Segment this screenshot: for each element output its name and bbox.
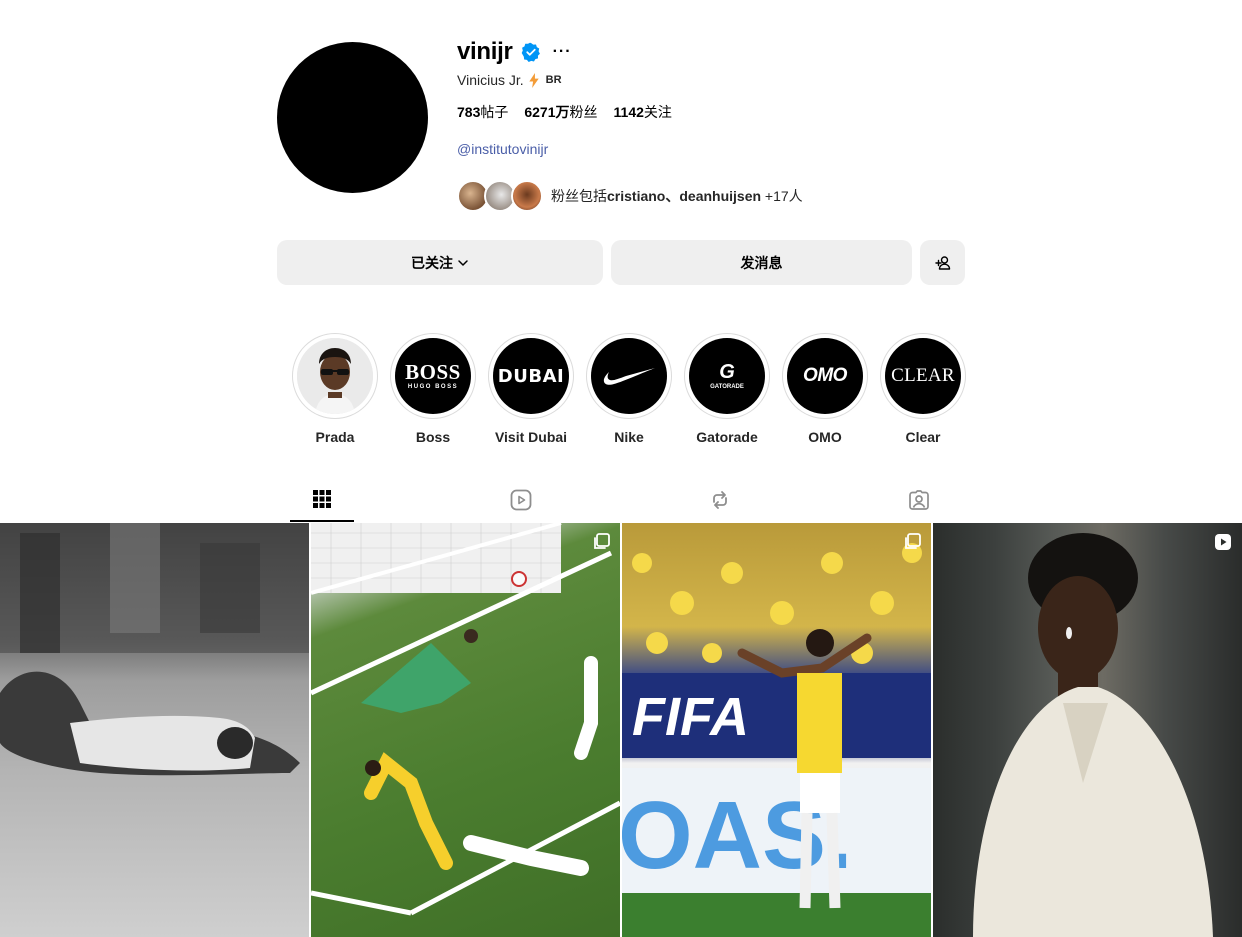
- posts-grid: FIFA OAS.: [0, 523, 1242, 937]
- following-label: 关注: [643, 104, 672, 120]
- boss-logo-subtext: HUGO BOSS: [407, 384, 459, 390]
- highlight-nike[interactable]: Nike: [584, 333, 674, 445]
- following-stat[interactable]: 1142关注: [614, 102, 672, 122]
- omo-logo-text: OMO: [803, 365, 847, 386]
- nike-logo: [591, 338, 667, 414]
- fullname-row: Vinicius Jr. BR: [457, 72, 562, 88]
- stats-row: 783帖子 6271万粉丝 1142关注: [457, 102, 672, 122]
- post-image-goal-scene: [311, 523, 620, 916]
- followers-label: 粉丝: [569, 104, 598, 120]
- omo-logo: OMO: [787, 338, 863, 414]
- more-options-button[interactable]: ···: [553, 44, 572, 60]
- following-button[interactable]: 已关注: [277, 240, 603, 285]
- message-button-label: 发消息: [740, 254, 783, 271]
- highlight-clear[interactable]: CLEAR Clear: [878, 333, 968, 445]
- grid-icon: [313, 490, 331, 508]
- posts-count: 783: [457, 104, 481, 120]
- posts-stat[interactable]: 783帖子: [457, 102, 508, 122]
- clear-logo: CLEAR: [885, 338, 961, 414]
- tab-reels[interactable]: [489, 478, 553, 522]
- highlight-label: Visit Dubai: [494, 429, 568, 445]
- dubai-logo-text: DUBAI: [497, 365, 565, 387]
- carousel-icon: [905, 533, 921, 549]
- country-code: BR: [545, 74, 562, 86]
- lightning-bolt-icon: [528, 72, 539, 88]
- highlight-label: Nike: [614, 429, 644, 445]
- gatorade-g-mark: G: [719, 361, 735, 384]
- following-button-label: 已关注: [411, 254, 453, 271]
- posts-label: 帖子: [480, 104, 509, 120]
- highlight-label: Prada: [315, 429, 355, 445]
- tab-posts[interactable]: [290, 478, 354, 522]
- tab-reposts[interactable]: [688, 478, 752, 522]
- profile-tabs: [277, 478, 965, 522]
- post-thumbnail[interactable]: [933, 523, 1242, 937]
- highlight-label: Boss: [415, 429, 451, 445]
- followed-by-suffix: +17人: [761, 188, 803, 204]
- username-row: vinijr ···: [457, 36, 572, 68]
- followed-by-names: cristiano、deanhuijsen: [607, 188, 762, 204]
- post-image-player-lying: [0, 523, 309, 776]
- highlight-ring: OMO: [782, 333, 868, 419]
- tagged-user-icon: [909, 490, 929, 510]
- highlight-boss[interactable]: BOSS HUGO BOSS Boss: [388, 333, 478, 445]
- prada-highlight-image: [297, 338, 373, 414]
- gatorade-logo-text: GATORADE: [710, 384, 744, 391]
- highlight-gatorade[interactable]: G GATORADE Gatorade: [682, 333, 772, 445]
- post-image-celebration: FIFA OAS.: [622, 543, 931, 937]
- post-thumbnail[interactable]: [0, 523, 309, 937]
- followers-count: 6271万: [524, 104, 570, 120]
- highlight-label: OMO: [808, 429, 842, 445]
- add-user-icon: [934, 255, 950, 270]
- reels-icon: [510, 489, 532, 511]
- post-image-portrait: [973, 533, 1213, 937]
- highlight-ring: BOSS HUGO BOSS: [390, 333, 476, 419]
- highlight-ring: CLEAR: [880, 333, 966, 419]
- boss-logo-text: BOSS: [405, 360, 461, 384]
- dubai-logo: DUBAI: [493, 338, 569, 414]
- highlight-omo[interactable]: OMO OMO: [780, 333, 870, 445]
- boss-logo: BOSS HUGO BOSS: [395, 338, 471, 414]
- following-count: 1142: [613, 104, 644, 120]
- full-name: Vinicius Jr.: [457, 72, 524, 88]
- highlight-ring: DUBAI: [488, 333, 574, 419]
- tab-tagged[interactable]: [887, 478, 951, 522]
- follower-avatar: [511, 180, 543, 212]
- username: vinijr: [457, 38, 513, 65]
- post-thumbnail[interactable]: [311, 523, 620, 937]
- followed-by-text: 粉丝包括cristiano、deanhuijsen +17人: [551, 186, 803, 206]
- verified-badge-icon: [521, 42, 540, 62]
- highlight-label: Gatorade: [696, 429, 758, 445]
- highlight-prada[interactable]: Prada: [290, 333, 380, 445]
- reel-icon: [1215, 534, 1231, 550]
- repost-icon: [713, 491, 727, 509]
- highlight-label: Clear: [905, 429, 941, 445]
- highlight-ring: G GATORADE: [684, 333, 770, 419]
- svg-text:FIFA: FIFA: [632, 687, 749, 747]
- highlight-visit-dubai[interactable]: DUBAI Visit Dubai: [486, 333, 576, 445]
- clear-logo-text: CLEAR: [891, 365, 955, 386]
- followed-by-row[interactable]: 粉丝包括cristiano、deanhuijsen +17人: [457, 180, 803, 212]
- post-thumbnail[interactable]: FIFA OAS.: [622, 523, 931, 937]
- followed-by-prefix: 粉丝包括: [551, 188, 607, 204]
- highlight-ring: [586, 333, 672, 419]
- followers-stat[interactable]: 6271万粉丝: [524, 102, 597, 122]
- chevron-down-icon: [458, 259, 468, 266]
- gatorade-logo: G GATORADE: [689, 338, 765, 414]
- message-button[interactable]: 发消息: [611, 240, 912, 285]
- profile-avatar[interactable]: [277, 42, 428, 193]
- suggest-users-button[interactable]: [920, 240, 965, 285]
- bio-link[interactable]: @institutovinijr: [457, 141, 548, 157]
- carousel-icon: [594, 533, 610, 549]
- highlight-ring: [292, 333, 378, 419]
- nike-swoosh-icon: [603, 368, 655, 385]
